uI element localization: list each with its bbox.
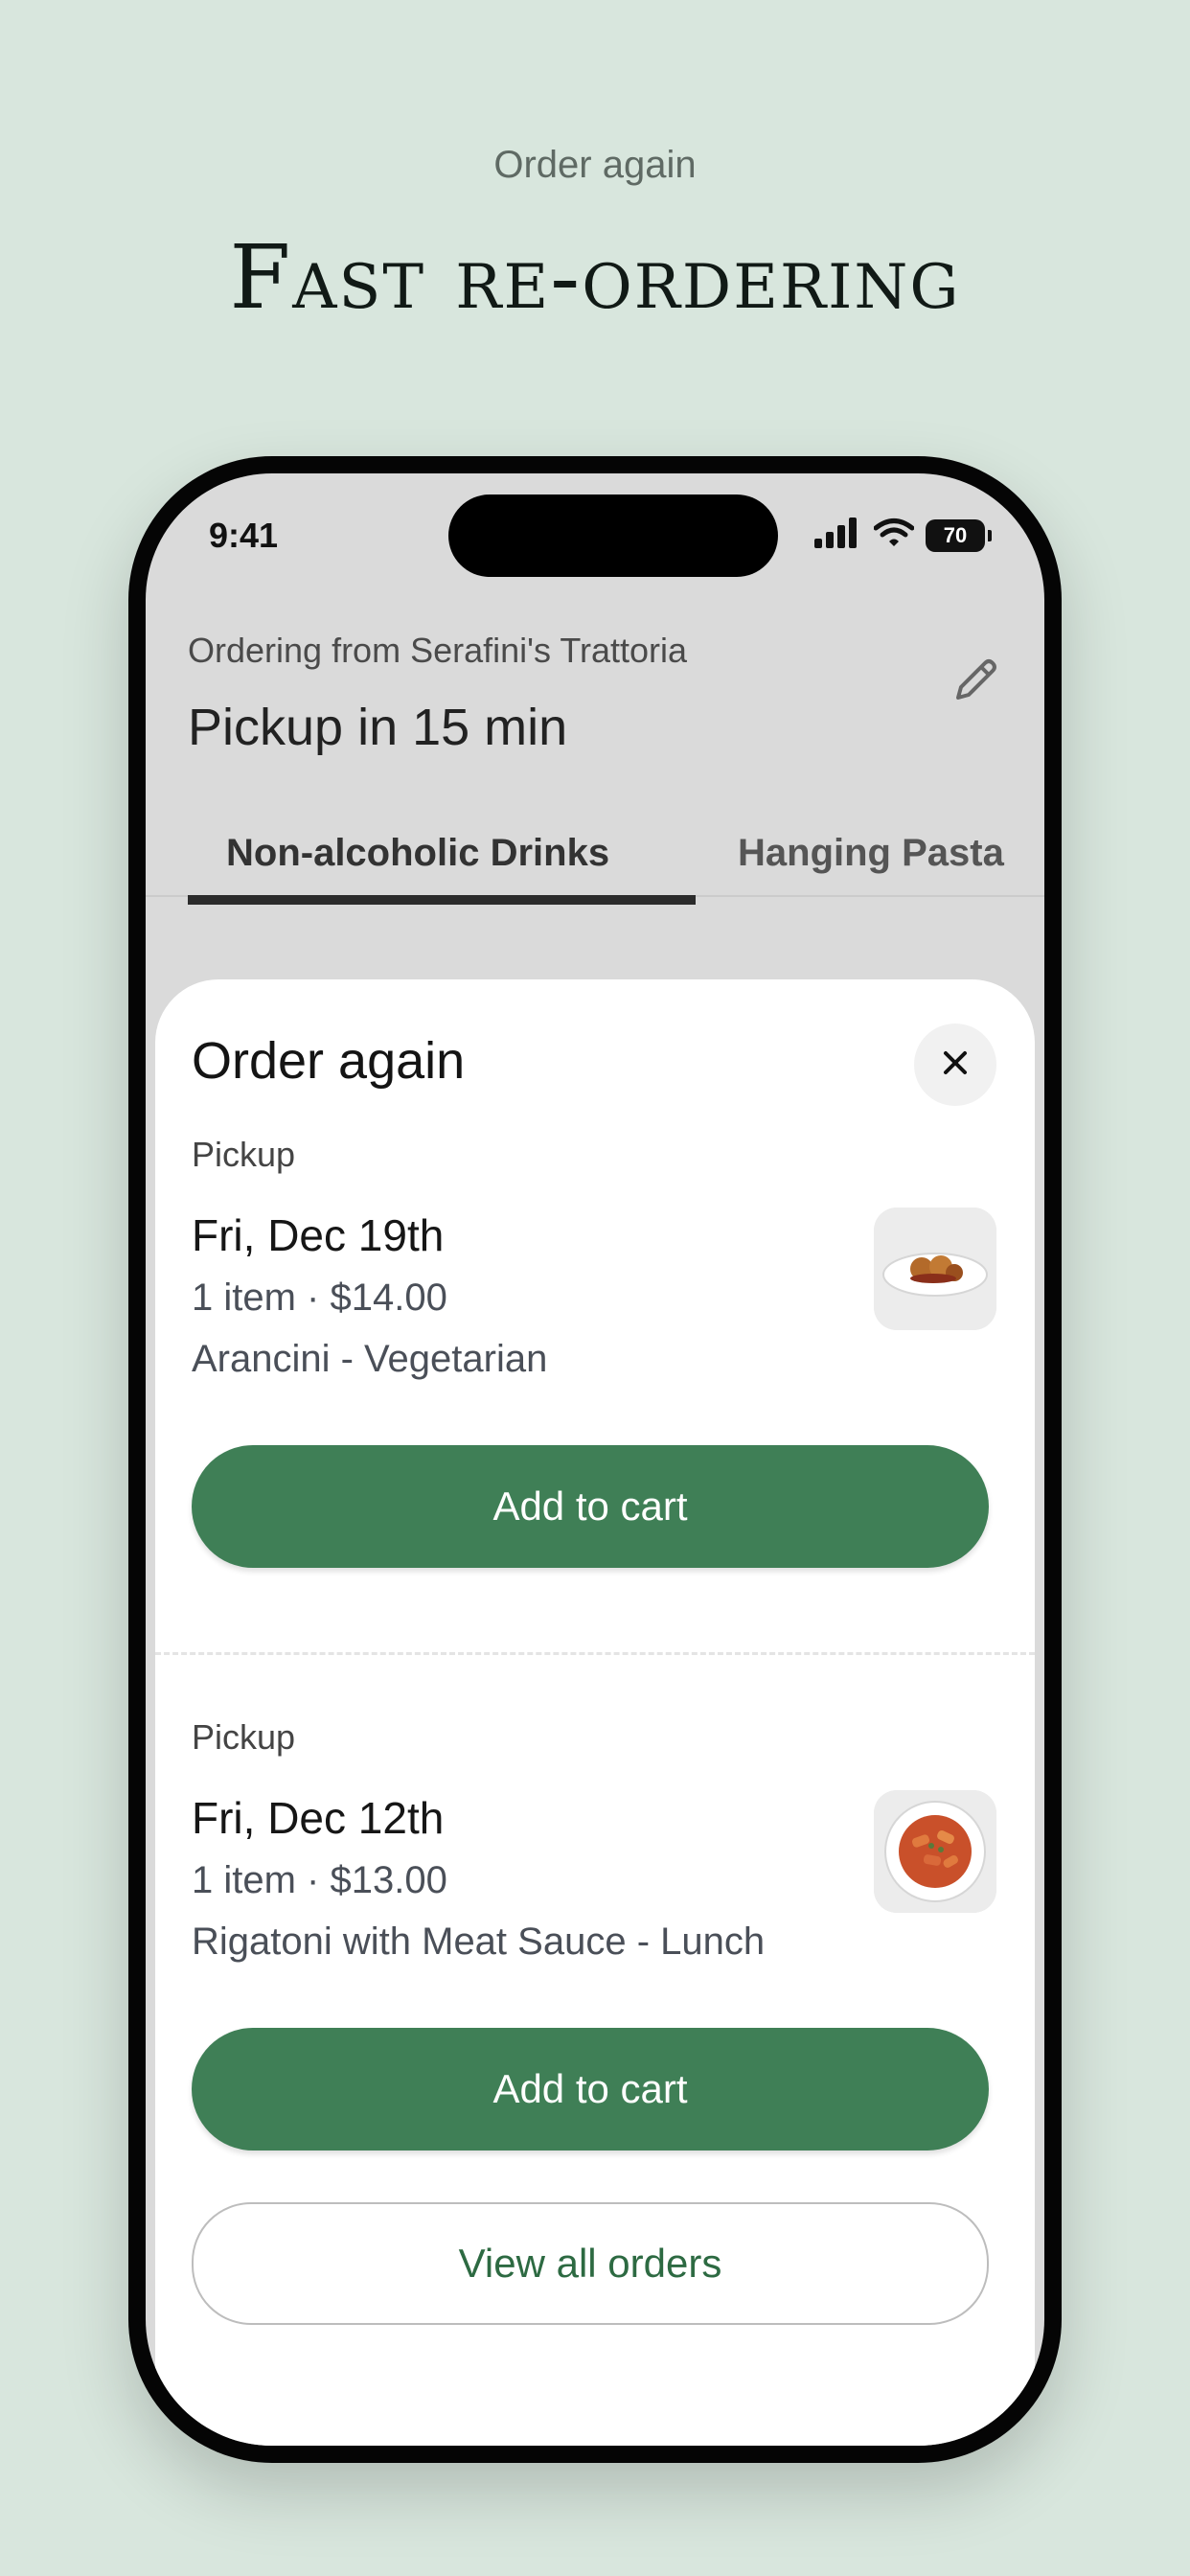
pickup-time-title: Pickup in 15 min	[188, 699, 568, 756]
sheet-title: Order again	[192, 1032, 466, 1090]
tab-non-alcoholic-drinks[interactable]: Non-alcoholic Drinks	[226, 832, 609, 875]
order-item-name: Arancini - Vegetarian	[192, 1338, 548, 1380]
dynamic-island	[448, 494, 778, 577]
battery-icon: 70	[926, 518, 992, 552]
wifi-icon	[873, 518, 915, 553]
signal-icon	[814, 518, 862, 553]
rigatoni-bowl-image	[874, 1790, 996, 1913]
order-mode: Pickup	[192, 1717, 296, 1757]
status-time: 9:41	[209, 516, 279, 555]
ordering-from-label: Ordering from Serafini's Trattoria	[188, 631, 688, 670]
active-tab-indicator	[188, 895, 696, 905]
food-thumbnail	[874, 1208, 996, 1330]
tab-hanging-pasta[interactable]: Hanging Pasta	[738, 832, 1004, 875]
category-tabs: Non-alcoholic Drinks Hanging Pasta	[146, 809, 1044, 905]
phone-frame: 9:41 70 Ordering from Serafini's Trattor…	[128, 456, 1062, 2463]
edit-button[interactable]	[941, 648, 1010, 717]
order-count-price: 1 item · $13.00	[192, 1859, 447, 1901]
order-count-price: 1 item · $14.00	[192, 1276, 447, 1319]
arancini-plate-image	[874, 1208, 996, 1330]
order-mode: Pickup	[192, 1135, 296, 1174]
order-date: Fri, Dec 19th	[192, 1210, 445, 1260]
phone-screen: 9:41 70 Ordering from Serafini's Trattor…	[146, 473, 1044, 2446]
order-item-name: Rigatoni with Meat Sauce - Lunch	[192, 1920, 766, 1963]
promo-headline: Fast re-ordering	[229, 226, 961, 329]
promo-eyebrow: Order again	[493, 144, 697, 186]
order-divider	[155, 1652, 1035, 1655]
food-thumbnail	[874, 1790, 996, 1913]
battery-level: 70	[943, 522, 968, 547]
order-again-sheet: Order again Pickup Fri, Dec 19th 1 item …	[155, 979, 1035, 2446]
view-all-orders-button[interactable]: View all orders	[192, 2202, 989, 2325]
add-to-cart-button[interactable]: Add to cart	[192, 1445, 989, 1568]
status-icons: 70	[814, 518, 992, 553]
close-icon	[940, 1047, 971, 1083]
close-button[interactable]	[914, 1024, 996, 1106]
pencil-icon	[949, 654, 1002, 712]
order-date: Fri, Dec 12th	[192, 1793, 445, 1843]
add-to-cart-button[interactable]: Add to cart	[192, 2028, 989, 2150]
